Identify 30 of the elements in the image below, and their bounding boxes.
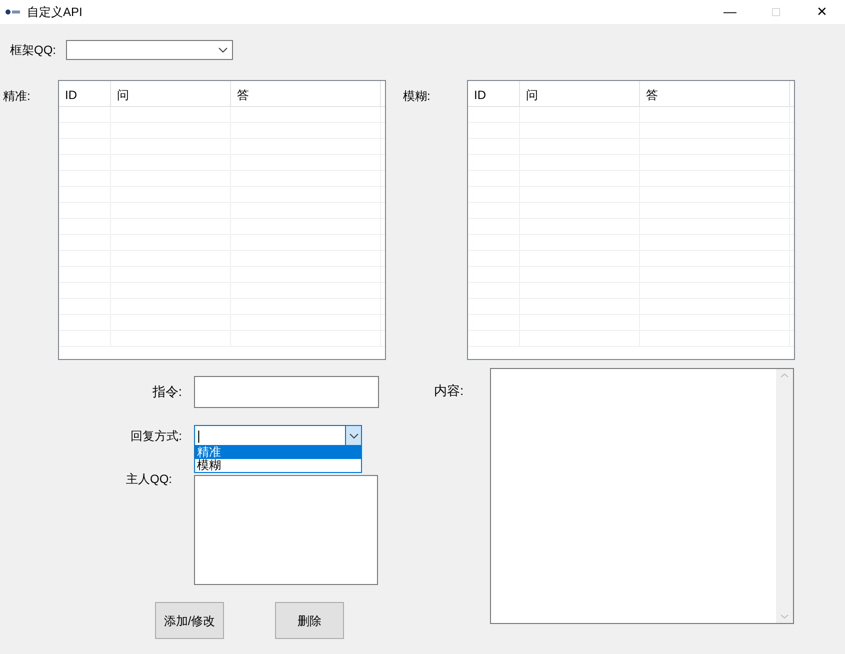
owner-qq-textarea[interactable] [194,475,378,585]
dropdown-option[interactable]: 精准 [195,446,361,459]
app-logo-icon [5,9,21,15]
column-header[interactable]: 答 [231,81,381,106]
table-label: 精准: [3,88,32,103]
table-label: 模糊: [403,88,432,103]
field-label: 主人QQ: [124,471,173,488]
delete-button[interactable]: 删除 [275,602,344,639]
column-header[interactable]: 问 [520,81,640,106]
field-label: 回复方式: [130,428,183,444]
content-textarea[interactable] [490,368,794,624]
column-header[interactable]: 答 [640,81,790,106]
chevron-down-icon [348,432,358,438]
chevron-down-icon [218,47,228,53]
field-label: 指令: [151,383,183,402]
frame-qq-dropdown[interactable] [66,40,233,60]
scroll-up-icon[interactable] [780,373,789,378]
close-button[interactable]: ✕ [799,0,845,24]
add-edit-button[interactable]: 添加/修改 [155,602,224,639]
scroll-down-icon[interactable] [780,614,789,619]
column-header[interactable]: ID [468,81,520,106]
reply-mode-dropdown[interactable]: | [194,425,362,446]
field-label: 框架QQ: [10,42,58,59]
command-input[interactable] [194,376,379,408]
column-header[interactable]: 问 [111,81,231,106]
window-title: 自定义API [27,4,82,21]
column-header[interactable]: ID [59,81,111,106]
scrollbar[interactable] [776,369,793,623]
field-label: 内容: [434,382,465,400]
minimize-button[interactable]: — [707,0,753,24]
